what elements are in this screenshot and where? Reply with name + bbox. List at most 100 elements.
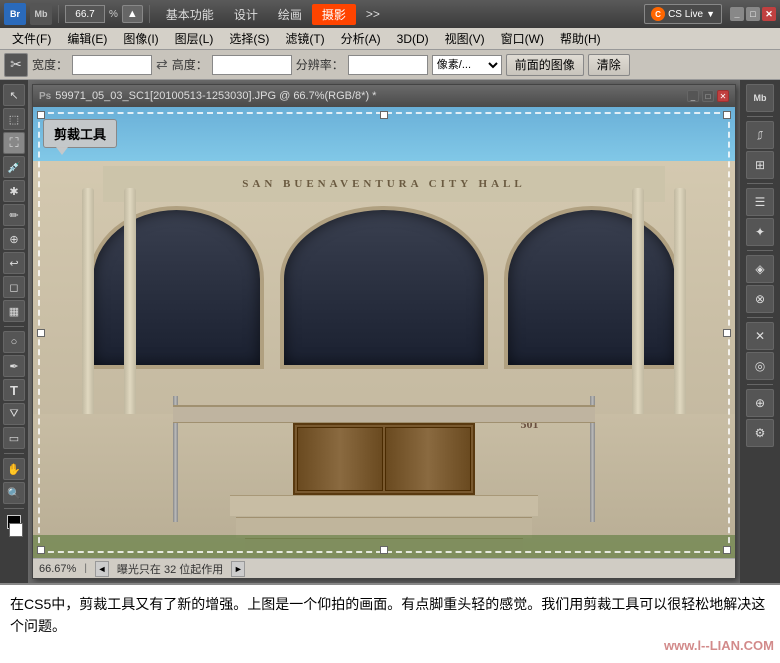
window-controls: _ □ ✕ bbox=[730, 7, 776, 21]
tool-icon[interactable]: ✂ bbox=[4, 53, 28, 77]
width-input[interactable] bbox=[72, 55, 152, 75]
height-label: 高度： bbox=[172, 56, 208, 73]
menu-view[interactable]: 视图(V) bbox=[437, 28, 493, 49]
door-panel-right bbox=[385, 427, 471, 491]
canvas-area: Ps 59971_05_03_SC1[20100513-1253030].JPG… bbox=[28, 80, 740, 583]
right-tool-8[interactable]: ✕ bbox=[746, 322, 774, 350]
right-tool-1[interactable]: Mb bbox=[746, 84, 774, 112]
door-panel-left bbox=[297, 427, 383, 491]
hand-tool-btn[interactable]: ✋ bbox=[3, 458, 25, 480]
minibrdige-icon[interactable]: Mb bbox=[30, 3, 52, 25]
doc-maximize-btn[interactable]: □ bbox=[702, 90, 714, 102]
building-photo: SAN BUENAVENTURA CITY HALL bbox=[33, 107, 735, 558]
clear-btn[interactable]: 清除 bbox=[588, 54, 630, 76]
right-tool-10[interactable]: ⊕ bbox=[746, 389, 774, 417]
top-bar: Br Mb % ▲ 基本功能 设计 绘画 摄影 >> C CS Live ▼ _… bbox=[0, 0, 780, 28]
nav-tabs: 基本功能 设计 绘画 摄影 >> bbox=[156, 4, 390, 25]
door-entrance bbox=[293, 423, 476, 495]
menu-file[interactable]: 文件(F) bbox=[4, 28, 59, 49]
right-tools-panel: Mb ⎎ ⊞ ☰ ✦ ◈ ⊗ ✕ ◎ ⊕ ⚙ bbox=[740, 80, 780, 583]
arch-window-right bbox=[504, 206, 679, 368]
inscription-text: SAN BUENAVENTURA CITY HALL bbox=[242, 178, 525, 190]
move-tool-btn[interactable]: ↖ bbox=[3, 84, 25, 106]
marquee-tool-btn[interactable]: ⬚ bbox=[3, 108, 25, 130]
brush-tool-btn[interactable]: ✏ bbox=[3, 204, 25, 226]
document-content: SAN BUENAVENTURA CITY HALL bbox=[33, 107, 735, 558]
close-btn[interactable]: ✕ bbox=[762, 7, 776, 21]
menu-layer[interactable]: 图层(L) bbox=[167, 28, 222, 49]
cs-icon: C bbox=[651, 7, 665, 21]
frieze bbox=[173, 405, 594, 423]
path-select-btn[interactable]: ⛛ bbox=[3, 403, 25, 425]
bottom-text-area: 在CS5中，剪裁工具又有了新的增强。上图是一个仰拍的画面。有点脚重头轻的感觉。我… bbox=[0, 583, 780, 663]
right-tool-9[interactable]: ◎ bbox=[746, 352, 774, 380]
main-area: ↖ ⬚ ⛶ 💉 ✱ ✏ ⊕ ↩ ◻ ▦ ○ ✒ T ⛛ ▭ ✋ 🔍 Ps 599… bbox=[0, 80, 780, 583]
eraser-tool-btn[interactable]: ◻ bbox=[3, 276, 25, 298]
doc-close-btn[interactable]: ✕ bbox=[717, 90, 729, 102]
stamp-tool-btn[interactable]: ⊕ bbox=[3, 228, 25, 250]
status-nav-right[interactable]: ► bbox=[231, 561, 245, 577]
right-tool-3[interactable]: ⊞ bbox=[746, 151, 774, 179]
swap-icon[interactable]: ⇄ bbox=[156, 56, 168, 73]
nav-tab-sheying[interactable]: 摄影 bbox=[312, 4, 356, 25]
dodge-tool-btn[interactable]: ○ bbox=[3, 331, 25, 353]
nav-tab-more[interactable]: >> bbox=[356, 5, 390, 23]
right-tool-4[interactable]: ☰ bbox=[746, 188, 774, 216]
right-separator-5 bbox=[747, 384, 773, 385]
gradient-tool-btn[interactable]: ▦ bbox=[3, 300, 25, 322]
zoom-in-btn[interactable]: ▲ bbox=[122, 5, 143, 23]
watermark: www.l--LIAN.COM bbox=[664, 636, 774, 657]
right-tool-7[interactable]: ⊗ bbox=[746, 285, 774, 313]
menu-select[interactable]: 选择(S) bbox=[221, 28, 277, 49]
menu-window[interactable]: 窗口(W) bbox=[493, 28, 552, 49]
eyedropper-tool-btn[interactable]: 💉 bbox=[3, 156, 25, 178]
step-2 bbox=[236, 517, 533, 538]
cslive-btn[interactable]: C CS Live ▼ bbox=[644, 4, 722, 24]
menu-image[interactable]: 图像(I) bbox=[115, 28, 166, 49]
color-swatches[interactable] bbox=[5, 515, 23, 537]
menu-help[interactable]: 帮助(H) bbox=[552, 28, 609, 49]
text-tool-btn[interactable]: T bbox=[3, 379, 25, 401]
tool-separator-2 bbox=[4, 453, 24, 454]
maximize-btn[interactable]: □ bbox=[746, 7, 760, 21]
resolution-input[interactable] bbox=[348, 55, 428, 75]
document-statusbar: 66.67% | ◄ 曝光只在 32 位起作用 ► bbox=[33, 558, 735, 578]
menu-filter[interactable]: 滤镜(T) bbox=[277, 28, 332, 49]
zoom-tool-btn[interactable]: 🔍 bbox=[3, 482, 25, 504]
zoom-display: 66.67% bbox=[39, 563, 76, 575]
doc-win-controls: _ □ ✕ bbox=[687, 90, 729, 102]
nav-tab-jiben[interactable]: 基本功能 bbox=[156, 4, 224, 25]
pen-tool-btn[interactable]: ✒ bbox=[3, 355, 25, 377]
menu-3d[interactable]: 3D(D) bbox=[389, 30, 437, 48]
front-image-btn[interactable]: 前面的图像 bbox=[506, 54, 584, 76]
menu-bar: 文件(F) 编辑(E) 图像(I) 图层(L) 选择(S) 滤镜(T) 分析(A… bbox=[0, 28, 780, 50]
doc-minimize-btn[interactable]: _ bbox=[687, 90, 699, 102]
zoom-input[interactable] bbox=[65, 5, 105, 23]
crop-tool-btn[interactable]: ⛶ bbox=[3, 132, 25, 154]
menu-analysis[interactable]: 分析(A) bbox=[333, 28, 389, 49]
heal-tool-btn[interactable]: ✱ bbox=[3, 180, 25, 202]
right-tool-5[interactable]: ✦ bbox=[746, 218, 774, 246]
height-input[interactable] bbox=[212, 55, 292, 75]
right-tool-11[interactable]: ⚙ bbox=[746, 419, 774, 447]
unit-select[interactable]: 像素/... bbox=[432, 55, 502, 75]
menu-edit[interactable]: 编辑(E) bbox=[59, 28, 115, 49]
right-separator-2 bbox=[747, 183, 773, 184]
column-2 bbox=[124, 188, 136, 423]
column-1 bbox=[82, 188, 94, 423]
nav-tab-huihua[interactable]: 绘画 bbox=[268, 4, 312, 25]
status-separator: | bbox=[84, 563, 87, 574]
bridge-icon[interactable]: Br bbox=[4, 3, 26, 25]
minimize-btn[interactable]: _ bbox=[730, 7, 744, 21]
shape-tool-btn[interactable]: ▭ bbox=[3, 427, 25, 449]
width-label: 宽度： bbox=[32, 56, 68, 73]
tool-separator-3 bbox=[4, 508, 24, 509]
nav-tab-sheji[interactable]: 设计 bbox=[224, 4, 268, 25]
background-color[interactable] bbox=[9, 523, 23, 537]
status-nav-left[interactable]: ◄ bbox=[95, 561, 109, 577]
left-tools-panel: ↖ ⬚ ⛶ 💉 ✱ ✏ ⊕ ↩ ◻ ▦ ○ ✒ T ⛛ ▭ ✋ 🔍 bbox=[0, 80, 28, 583]
right-tool-2[interactable]: ⎎ bbox=[746, 121, 774, 149]
arch-window-left bbox=[89, 206, 264, 368]
history-brush-btn[interactable]: ↩ bbox=[3, 252, 25, 274]
right-tool-6[interactable]: ◈ bbox=[746, 255, 774, 283]
